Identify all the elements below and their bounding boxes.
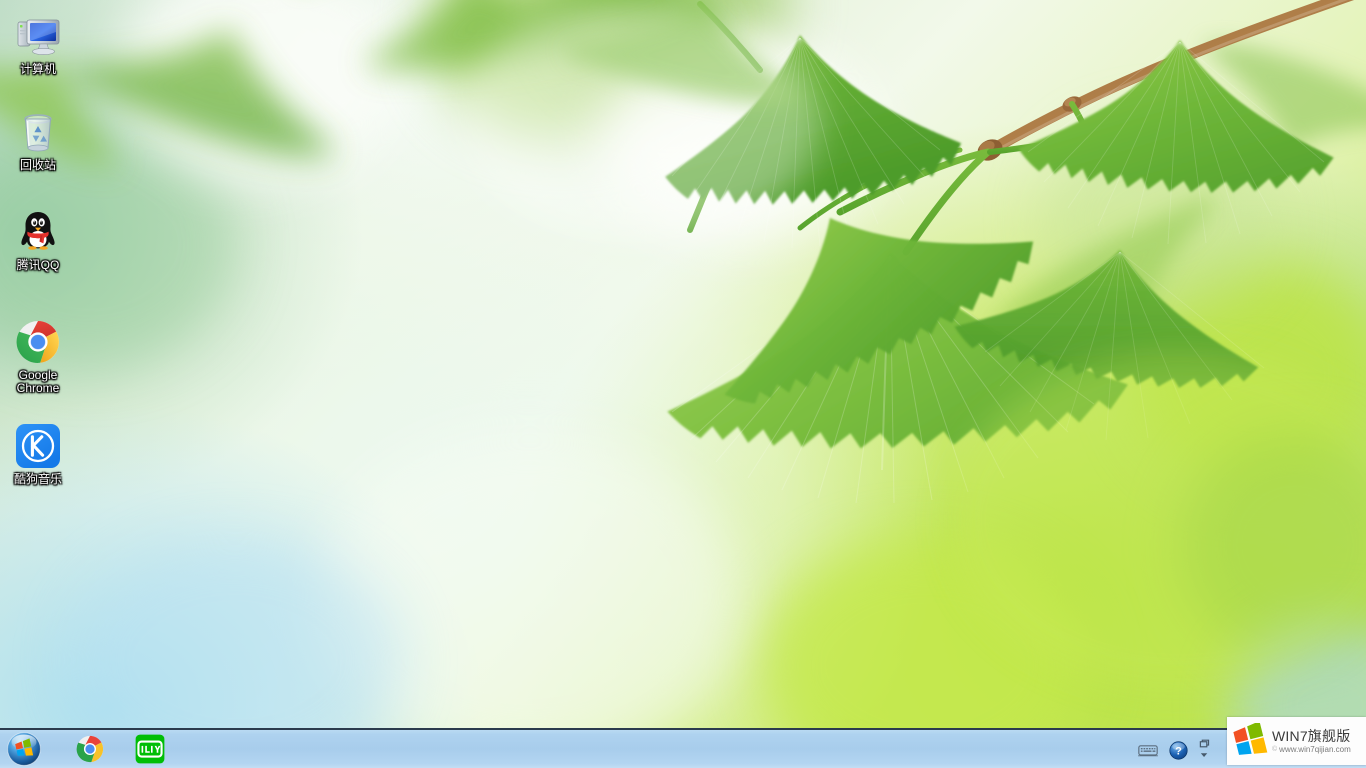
svg-text:?: ? <box>1175 745 1182 757</box>
keyboard-ime-icon[interactable] <box>1137 739 1159 761</box>
desktop-icon-label: Google Chrome <box>16 368 60 395</box>
desktop-icon-label: 回收站 <box>19 158 56 172</box>
iqiyi-icon <box>135 734 165 764</box>
windows-logo-icon <box>1233 723 1268 755</box>
watermark-url: www.win7qijian.com <box>1279 744 1351 754</box>
watermark-title: WIN7旗舰版 <box>1272 727 1351 744</box>
taskbar[interactable]: ? <box>0 728 1366 768</box>
computer-icon <box>14 12 62 60</box>
show-hidden-icons-icon[interactable] <box>1197 739 1211 761</box>
desktop-icon-kugou-music[interactable]: 酷狗音乐 <box>0 422 76 486</box>
google-chrome-icon <box>14 318 62 366</box>
desktop[interactable]: 计算机 回收站 腾讯QQ Google Chrome 酷狗音乐 ? WIN7旗舰… <box>0 0 1366 768</box>
desktop-icon-label: 腾讯QQ <box>16 258 60 272</box>
google-chrome-icon <box>76 735 104 763</box>
kugou-music-icon <box>14 422 62 470</box>
start-button[interactable] <box>2 731 46 767</box>
desktop-icon-google-chrome[interactable]: Google Chrome <box>0 318 76 395</box>
desktop-icon-computer[interactable]: 计算机 <box>0 12 76 76</box>
recycle-bin-icon <box>14 108 62 156</box>
desktop-icon-tencent-qq[interactable]: 腾讯QQ <box>0 208 76 272</box>
watermark-panel: WIN7旗舰版 © www.win7qijian.com <box>1227 717 1366 765</box>
watermark-copyright: © <box>1272 745 1278 753</box>
tencent-qq-icon <box>14 208 62 256</box>
taskbar-item-iqiyi[interactable] <box>128 731 172 767</box>
desktop-icon-recycle-bin[interactable]: 回收站 <box>0 108 76 172</box>
desktop-icon-label: 酷狗音乐 <box>13 472 62 486</box>
system-tray[interactable]: ? <box>1137 730 1217 768</box>
ginkgo-leaves-art <box>0 0 1366 690</box>
help-question-icon[interactable]: ? <box>1167 739 1189 761</box>
windows-start-orb-icon <box>7 732 41 766</box>
desktop-icon-label: 计算机 <box>19 62 56 76</box>
taskbar-item-google-chrome[interactable] <box>68 731 112 767</box>
